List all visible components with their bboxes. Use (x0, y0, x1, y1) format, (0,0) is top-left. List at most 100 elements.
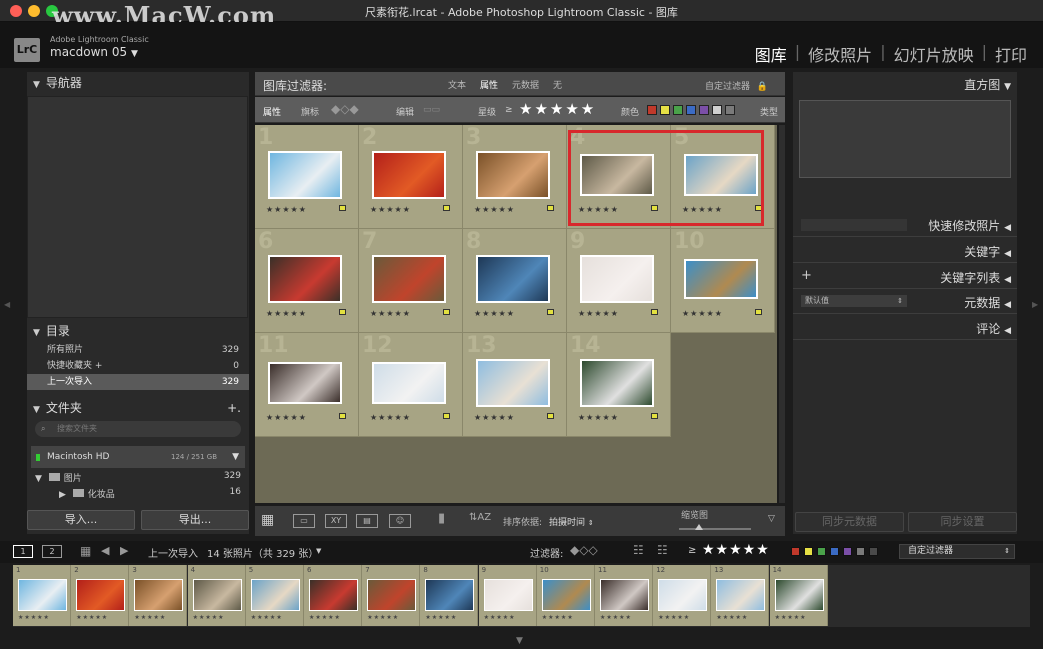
filmstrip-thumbnail[interactable] (658, 579, 708, 611)
filmstrip-thumbnail[interactable] (192, 579, 242, 611)
grid-cell[interactable]: 7 ★★★★★ (359, 229, 463, 333)
photo-thumbnail[interactable] (268, 255, 342, 303)
photo-thumbnail[interactable] (372, 255, 446, 303)
grid-cell[interactable]: 11 ★★★★★ (255, 333, 359, 437)
color-swatch[interactable] (712, 105, 722, 115)
color-swatch[interactable] (843, 547, 852, 556)
color-swatch[interactable] (804, 547, 813, 556)
filmstrip-cell[interactable]: 14 ★★★★★ (769, 565, 828, 626)
grid-cell[interactable]: 10 ★★★★★ (671, 229, 775, 333)
catalog-item-all-photos[interactable]: 所有照片 329 (27, 342, 249, 358)
loupe-view-icon[interactable]: ▭ (293, 514, 315, 528)
color-label-icon[interactable] (755, 309, 762, 315)
cell-rating-stars[interactable]: ★★★★★ (266, 309, 307, 318)
rating-filter-stars[interactable]: ★★★★★ (702, 542, 770, 558)
survey-view-icon[interactable]: ▤ (356, 514, 378, 528)
filmstrip-cell[interactable]: 1 ★★★★★ (13, 565, 71, 626)
rating-operator[interactable]: ≥ (505, 105, 513, 115)
flag-filter-icons[interactable]: ◆◇◇ (570, 543, 598, 557)
folder-item-pictures[interactable]: ▼ 图片 329 (35, 471, 241, 484)
add-folder-button[interactable]: +. (227, 397, 241, 419)
filmstrip-cell[interactable]: 11 ★★★★★ (595, 565, 653, 626)
cell-rating-stars[interactable]: ★★★★★ (578, 413, 619, 422)
cell-rating-stars[interactable]: ★★★★★ (578, 309, 619, 318)
filmstrip-cell[interactable]: 9 ★★★★★ (478, 565, 537, 626)
cell-rating-stars[interactable]: ★★★★★ (682, 309, 723, 318)
histogram-header[interactable]: 直方图 ▼ (964, 76, 1011, 93)
filmstrip-thumbnail[interactable] (483, 579, 533, 611)
filmstrip-cell[interactable]: 12 ★★★★★ (653, 565, 712, 626)
module-print[interactable]: 打印 (995, 42, 1027, 66)
sync-settings-button[interactable]: 同步设置 (908, 512, 1017, 532)
navigator-header[interactable]: ▼ 导航器 (27, 72, 249, 94)
left-panel-toggle-icon[interactable]: ◀ (4, 300, 10, 309)
quick-develop-header[interactable]: 快速修改照片 ◀ (928, 217, 1011, 234)
cell-rating-stars[interactable]: ★★★★★ (474, 413, 515, 422)
cell-rating-stars[interactable]: ★★★★★ (370, 309, 411, 318)
keyword-list-header[interactable]: 关键字列表 ◀ (940, 269, 1011, 286)
photo-thumbnail[interactable] (476, 151, 550, 199)
grid-cell[interactable]: 8 ★★★★★ (463, 229, 567, 333)
cell-rating-stars[interactable]: ★★★★★ (266, 205, 307, 214)
photo-thumbnail[interactable] (580, 359, 654, 407)
filmstrip-thumbnail[interactable] (425, 579, 475, 611)
color-label-icon[interactable] (339, 413, 346, 419)
cell-rating-stars[interactable]: ★★★★★ (370, 413, 411, 422)
sync-metadata-button[interactable]: 同步元数据 (795, 512, 904, 532)
catalog-name[interactable]: macdown 05 ▼ (50, 45, 138, 59)
color-label-icon[interactable] (339, 309, 346, 315)
secondary-monitor-button[interactable]: 2 (42, 545, 62, 558)
color-swatch[interactable] (686, 105, 696, 115)
tab-none[interactable]: 无 (553, 78, 562, 91)
color-swatch[interactable] (830, 547, 839, 556)
photo-thumbnail[interactable] (476, 255, 550, 303)
color-swatch[interactable] (791, 547, 800, 556)
photo-thumbnail[interactable] (268, 151, 342, 199)
filmstrip-cell[interactable]: 7 ★★★★★ (362, 565, 421, 626)
grid-cell[interactable]: 13 ★★★★★ (463, 333, 567, 437)
color-label-icon[interactable] (651, 309, 658, 315)
photo-thumbnail[interactable] (580, 255, 654, 303)
primary-monitor-button[interactable]: 1 (13, 545, 33, 558)
cell-rating-stars[interactable]: ★★★★★ (474, 309, 515, 318)
filmstrip-cell[interactable]: 4 ★★★★★ (187, 565, 246, 626)
color-label-icon[interactable] (443, 205, 450, 211)
edit-filter-icon[interactable]: ☷ (633, 543, 644, 557)
comments-header[interactable]: 评论 ◀ (976, 320, 1011, 337)
filmstrip-thumbnail[interactable] (309, 579, 358, 611)
grid-cell[interactable]: 9 ★★★★★ (567, 229, 671, 333)
filmstrip-cell[interactable]: 6 ★★★★★ (304, 565, 362, 626)
catalog-item-previous-import[interactable]: 上一次导入 329 (27, 374, 249, 390)
tab-attribute[interactable]: 属性 (480, 78, 498, 91)
metadata-header[interactable]: 元数据 ◀ (964, 294, 1011, 311)
color-label-icon[interactable] (443, 413, 450, 419)
filmstrip-thumbnail[interactable] (18, 579, 67, 611)
cell-rating-stars[interactable]: ★★★★★ (474, 205, 515, 214)
photo-thumbnail[interactable] (372, 151, 446, 199)
filmstrip-cell[interactable]: 2 ★★★★★ (71, 565, 130, 626)
folder-item-cosmetics[interactable]: ▶ 化妆品 16 (35, 487, 241, 500)
module-develop[interactable]: 修改照片 (808, 42, 872, 66)
color-swatch[interactable] (673, 105, 683, 115)
color-label-icon[interactable] (547, 413, 554, 419)
export-button[interactable]: 导出... (141, 510, 249, 530)
filmstrip-cell[interactable]: 5 ★★★★★ (245, 565, 304, 626)
source-label[interactable]: 上一次导入 (148, 545, 198, 560)
slider-handle-icon[interactable] (695, 524, 703, 530)
color-label-icon[interactable] (651, 413, 658, 419)
filmstrip-thumbnail[interactable] (134, 579, 184, 611)
compare-view-icon[interactable]: XY (325, 514, 347, 528)
catalog-header[interactable]: ▼ 目录 (27, 320, 249, 342)
tab-text[interactable]: 文本 (448, 78, 466, 91)
photo-thumbnail[interactable] (476, 359, 550, 407)
color-swatch[interactable] (699, 105, 709, 115)
color-label-icon[interactable] (443, 309, 450, 315)
color-swatch[interactable] (725, 105, 735, 115)
forward-arrow-icon[interactable]: ▶ (120, 544, 128, 557)
folder-search-input[interactable]: ⌕ 搜索文件夹 (35, 421, 241, 437)
people-view-icon[interactable]: ☺ (389, 514, 411, 528)
tab-metadata[interactable]: 元数据 (512, 78, 539, 91)
filmstrip-thumbnail[interactable] (541, 579, 591, 611)
module-library[interactable]: 图库 (755, 42, 787, 66)
folders-header[interactable]: ▼ 文件夹 +. (27, 397, 249, 419)
